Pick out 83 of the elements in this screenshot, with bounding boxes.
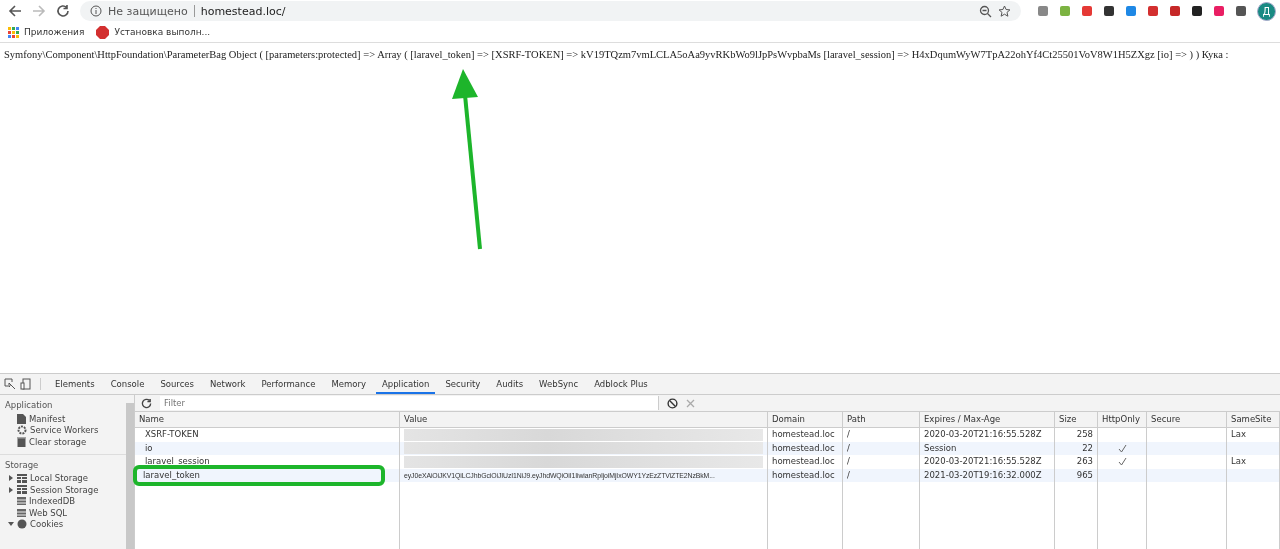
apps-grid-icon: [8, 26, 19, 38]
trash-icon: [17, 436, 26, 447]
zoom-icon[interactable]: [979, 4, 992, 18]
table-cell-text: io: [144, 441, 154, 455]
file-icon: [17, 413, 26, 424]
filter-field[interactable]: Filter: [160, 396, 659, 410]
devtools-tab[interactable]: Performance: [255, 374, 322, 394]
scrollbar[interactable]: [126, 403, 134, 549]
address-bar[interactable]: Не защищено homestead.loc/: [80, 1, 1021, 21]
devtools-tab[interactable]: Adblock Plus: [588, 374, 654, 394]
device-icon[interactable]: [20, 378, 32, 390]
column-header[interactable]: Value: [400, 412, 768, 427]
devtools-tab[interactable]: Console: [104, 374, 151, 394]
column-header[interactable]: SameSite: [1227, 412, 1280, 427]
disclosure-triangle-icon[interactable]: [8, 521, 14, 528]
devtools-tab[interactable]: Network: [204, 374, 252, 394]
cookie-icon: [17, 519, 27, 530]
stop-sign-icon: [96, 25, 110, 39]
dump-output-text: Symfony\Component\HttpFoundation\ParameterBag Object ( [parameters:protected] => Array ( [laravel_token] => [XSRF-TOKEN] => kV19TQzm7vmLCLA5oAa9yvRKbWo9lJpPsWvpbaMs [laravel_session] => H4xDqumWyW7TpA22ohYf4Ct25501VoV8W1H5ZXgz [io] => ) ) Кука :: [4, 49, 1230, 60]
inspect-icon[interactable]: [4, 378, 16, 390]
devtools-tab[interactable]: Memory: [325, 374, 372, 394]
column-header[interactable]: Path: [843, 412, 920, 427]
column-header[interactable]: Size: [1055, 412, 1098, 427]
table-cell-text: XSRF-TOKEN: [144, 428, 200, 441]
table-cell-text: homestead.loc: [772, 428, 835, 441]
table-cell: /: [847, 441, 850, 455]
disclosure-triangle-icon[interactable]: [8, 486, 14, 493]
table-cell-text: homestead.loc: [772, 455, 835, 468]
sidebar-item[interactable]: Manifest: [0, 413, 126, 425]
table-cell: 22: [1082, 441, 1093, 455]
column-header[interactable]: HttpOnly: [1098, 412, 1147, 427]
table-cell-text: Lax: [1231, 428, 1246, 441]
profile-avatar[interactable]: Д: [1257, 1, 1276, 21]
clear-all-icon[interactable]: [667, 397, 678, 409]
bookmark-item[interactable]: Установка выполн...: [96, 25, 211, 39]
url-text: homestead.loc/: [200, 4, 286, 18]
table-cell: homestead.loc: [772, 441, 835, 455]
table-cell-text: Lax: [1231, 455, 1246, 468]
table-cell: 965: [1076, 468, 1093, 482]
table-cell-text: 263: [1076, 455, 1093, 468]
info-icon: [90, 5, 102, 17]
table-cell: /: [847, 468, 850, 482]
star-icon[interactable]: [998, 4, 1011, 18]
reload-icon[interactable]: [56, 4, 70, 18]
refresh-icon[interactable]: [141, 397, 152, 409]
devtools-tab[interactable]: WebSync: [533, 374, 585, 394]
bookmark-item[interactable]: Приложения: [8, 26, 85, 38]
sidebar-item[interactable]: Web SQL: [0, 507, 126, 519]
extension-icon[interactable]: [1103, 5, 1115, 17]
table-cell-text: 2020-03-20T21:16:55.528Z: [924, 428, 1042, 441]
table-cell-text: /: [847, 455, 850, 468]
database-icon: [17, 507, 26, 518]
sidebar-item[interactable]: Clear storage: [0, 436, 126, 448]
table-cell-text: 258: [1076, 428, 1093, 441]
table-icon: [17, 485, 27, 495]
back-icon[interactable]: [8, 4, 22, 18]
sidebar-item[interactable]: Cookies: [0, 518, 126, 530]
sidebar-item[interactable]: Service Workers: [0, 424, 126, 436]
table-icon: [17, 473, 27, 483]
column-header[interactable]: Name: [135, 412, 400, 427]
sidebar-item[interactable]: IndexedDB: [0, 495, 126, 507]
table-cell-text: laravel_session: [144, 455, 211, 468]
sidebar-item[interactable]: Local Storage: [0, 472, 126, 484]
database-icon: [17, 496, 26, 507]
column-header[interactable]: Secure: [1147, 412, 1227, 427]
table-cell: 2021-03-20T19:16:32.000Z: [924, 468, 1042, 482]
table-cell: Session: [924, 441, 957, 455]
table-cell-text: 2020-03-20T21:16:55.528Z: [924, 455, 1042, 468]
disclosure-triangle-icon[interactable]: [8, 475, 14, 482]
devtools-tab[interactable]: Security: [439, 374, 487, 394]
column-header[interactable]: Expires / Max-Age: [920, 412, 1055, 427]
sidebar-section-title: Application: [4, 399, 54, 412]
security-label: Не защищено: [108, 4, 188, 18]
devtools-tab[interactable]: Sources: [154, 374, 200, 394]
column-header[interactable]: Domain: [768, 412, 843, 427]
table-cell-text: /: [847, 428, 850, 441]
sidebar-item[interactable]: Session Storage: [0, 484, 126, 496]
devtools-tab[interactable]: Audits: [490, 374, 530, 394]
extension-icon[interactable]: [1235, 5, 1247, 17]
extension-icon[interactable]: [1191, 5, 1203, 17]
table-cell: homestead.loc: [772, 468, 835, 482]
devtools-tab[interactable]: Elements: [49, 374, 101, 394]
settings-icon: [17, 425, 27, 436]
